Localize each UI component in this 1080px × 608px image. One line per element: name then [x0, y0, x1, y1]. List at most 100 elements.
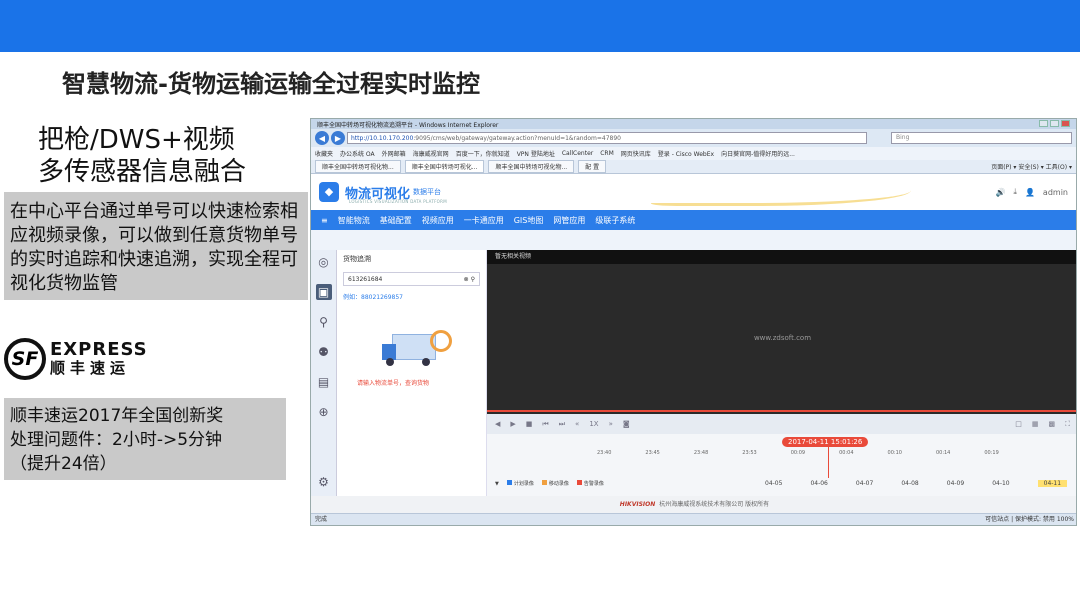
forward-arrow-icon[interactable]: ▶	[331, 131, 345, 145]
gear-icon[interactable]: ⚙	[316, 474, 332, 490]
favorite-link[interactable]: 登录 - Cisco WebEx	[658, 149, 714, 158]
address-bar[interactable]: http://10.10.170.200:9095/cms/web/gatewa…	[347, 132, 867, 144]
play-icon[interactable]: ▶	[510, 420, 515, 428]
example-hint: 例如：88021269857	[343, 294, 403, 301]
video-watermark: www.zdsoft.com	[753, 334, 812, 343]
video-player[interactable]: www.zdsoft.com	[487, 264, 1076, 412]
command-bar[interactable]: 页面(P) ▾ 安全(S) ▾ 工具(O) ▾	[991, 162, 1072, 171]
browser-window: 顺丰全国中转场可视化物流追溯平台 - Windows Internet Expl…	[310, 118, 1077, 526]
tracking-number-input[interactable]: 613261684 ⊗ ⚲	[343, 272, 480, 286]
favorite-link[interactable]: 收藏夹	[315, 149, 333, 158]
magnifier-icon	[430, 330, 452, 352]
menu-item[interactable]: 级联子系统	[595, 215, 635, 226]
menu-toggle-icon[interactable]: ≡	[321, 216, 328, 225]
minimize-button[interactable]	[1039, 119, 1048, 127]
app-footer: HIKVISION 杭州海康威视系统技术有限公司 版权所有	[311, 496, 1076, 513]
recording-legend: ▼ 计划录像 移动录像 告警录像	[495, 480, 604, 487]
layout-9-icon[interactable]: ▩	[1048, 420, 1055, 428]
browser-tab-active[interactable]: 顺丰全国中转场可视化...	[404, 160, 485, 173]
menu-item[interactable]: 视频应用	[422, 215, 454, 226]
speed-value: 1X	[589, 420, 599, 428]
fast-icon[interactable]: »	[609, 420, 613, 428]
sf-logo-mark: SF	[4, 338, 46, 380]
date-item[interactable]: 04-09	[947, 480, 964, 487]
menu-item[interactable]: 基础配置	[380, 215, 412, 226]
cube-logo-icon: ◆	[319, 182, 339, 202]
search-icon[interactable]: ⊗ ⚲	[464, 276, 475, 283]
favorite-link[interactable]: VPN 登陆地址	[517, 149, 555, 158]
menu-item[interactable]: 网管应用	[553, 215, 585, 226]
footer-brand: HIKVISION	[619, 501, 656, 508]
location-icon[interactable]: ⚲	[316, 314, 332, 330]
username[interactable]: admin	[1043, 188, 1068, 197]
fullscreen-icon[interactable]: ⛶	[1065, 420, 1070, 429]
date-item[interactable]: 04-05	[765, 480, 782, 487]
browser-tab[interactable]: 顺丰全国中转场可视化物...	[315, 160, 401, 173]
app-english-name: LOGISTICS VISUALIZATION DATA PLATFORM	[349, 199, 447, 204]
app-sidebar: ◎ ▣ ⚲ ⚉ ▤ ⊕ ⚙	[311, 250, 337, 496]
status-left: 完成	[315, 516, 328, 523]
close-button[interactable]	[1061, 119, 1070, 127]
user-icon[interactable]: 👤	[1025, 188, 1035, 197]
target-icon[interactable]: ◎	[316, 254, 332, 270]
timeline[interactable]: 2017-04-11 15:01:26 23:40 23:45 23:48 23…	[487, 434, 1076, 496]
logo-english: EXPRESS	[50, 339, 148, 360]
favorite-link[interactable]: CRM	[600, 150, 614, 157]
date-item-selected[interactable]: 04-11	[1037, 480, 1068, 487]
favorites-bar: 收藏夹 办公系统 OA 外网邮箱 海康威视官网 百度一下，你就知道 VPN 登陆…	[311, 147, 1076, 160]
award-box: 顺丰速运2017年全国创新奖 处理问题件：2小时->5分钟 （提升24倍）	[4, 398, 286, 480]
globe-icon[interactable]: ⊕	[316, 404, 332, 420]
layout-4-icon[interactable]: ▦	[1032, 420, 1039, 428]
favorite-link[interactable]: CallCenter	[562, 150, 593, 157]
date-item[interactable]: 04-07	[856, 480, 873, 487]
date-strip: 04-05 04-06 04-07 04-08 04-09 04-10 04-1…	[765, 480, 1068, 487]
status-right: 可信站点 | 保护模式: 禁用 100%	[985, 516, 1074, 523]
browser-tab[interactable]: 配 置	[578, 160, 607, 173]
truck-illustration	[382, 330, 462, 374]
window-title: 顺丰全国中转场可视化物流追溯平台 - Windows Internet Expl…	[317, 121, 499, 129]
layout-1-icon[interactable]: □	[1015, 420, 1022, 428]
video-area: 暂无相关视频 www.zdsoft.com ◀ ▶ ■ ⏮ ⏭ « 1X » ◙…	[487, 250, 1076, 496]
favorite-link[interactable]: 向日葵官网-值得好用的远...	[721, 149, 795, 158]
browser-tabs: 顺丰全国中转场可视化物... 顺丰全国中转场可视化... 顺丰全国中转场可视化物…	[311, 160, 1076, 174]
award-line-1: 顺丰速运2017年全国创新奖	[10, 406, 224, 426]
slide-title: 智慧物流-货物运输运输全过程实时监控	[62, 70, 480, 98]
app-menu-bar: ≡ 智能物流 基础配置 视频应用 一卡通应用 GIS地图 网管应用 级联子系统	[311, 210, 1076, 230]
snapshot-icon[interactable]: ◙	[623, 420, 630, 428]
tracking-panel: 货物追溯 613261684 ⊗ ⚲ 例如：88021269857 请输入物流单…	[337, 250, 487, 496]
app-header: ◆ 物流可视化 数据平台 LOGISTICS VISUALIZATION DAT…	[311, 174, 1076, 210]
slow-icon[interactable]: «	[575, 420, 579, 428]
download-icon[interactable]: ⤓	[1013, 187, 1017, 197]
package-icon[interactable]: ▣	[315, 284, 332, 300]
favorite-link[interactable]: 外网邮箱	[382, 149, 406, 158]
favorite-link[interactable]: 百度一下，你就知道	[456, 149, 510, 158]
person-settings-icon[interactable]: ⚉	[316, 344, 332, 360]
filter-icon[interactable]: ▼	[495, 481, 499, 487]
menu-item[interactable]: GIS地图	[514, 215, 544, 226]
prev-icon[interactable]: ◀	[495, 420, 500, 428]
favorite-link[interactable]: 海康威视官网	[413, 149, 449, 158]
step-back-icon[interactable]: ⏮	[542, 420, 548, 429]
timeline-date: 2017-04-11 15:01:26	[782, 437, 869, 447]
date-item[interactable]: 04-10	[992, 480, 1009, 487]
browser-tab[interactable]: 顺丰全国中转场可视化物...	[488, 160, 575, 173]
step-forward-icon[interactable]: ⏭	[559, 420, 565, 429]
date-item[interactable]: 04-06	[810, 480, 827, 487]
favorite-link[interactable]: 办公系统 OA	[340, 149, 375, 158]
workspace: ◎ ▣ ⚲ ⚉ ▤ ⊕ ⚙ 货物追溯 613261684 ⊗ ⚲ 例如：8802…	[311, 250, 1076, 496]
logo-chinese: 顺丰速运	[50, 359, 131, 377]
date-item[interactable]: 04-08	[901, 480, 918, 487]
favorite-link[interactable]: 网页快讯库	[621, 149, 651, 158]
search-hint: 请输入物流单号，查询货物	[357, 380, 430, 387]
heading-line-1: 把枪/DWS+视频	[38, 125, 235, 155]
heading-line-2: 多传感器信息融合	[38, 157, 247, 187]
back-arrow-icon[interactable]: ◀	[315, 131, 329, 145]
menu-item[interactable]: 智能物流	[338, 215, 370, 226]
maximize-button[interactable]	[1050, 119, 1059, 127]
image-icon[interactable]: ▤	[316, 374, 332, 390]
app-subtitle: 数据平台	[413, 188, 442, 196]
speaker-icon[interactable]: 🔊	[995, 188, 1005, 197]
search-input[interactable]: Bing	[891, 132, 1072, 144]
stop-icon[interactable]: ■	[526, 420, 533, 428]
menu-item[interactable]: 一卡通应用	[464, 215, 504, 226]
